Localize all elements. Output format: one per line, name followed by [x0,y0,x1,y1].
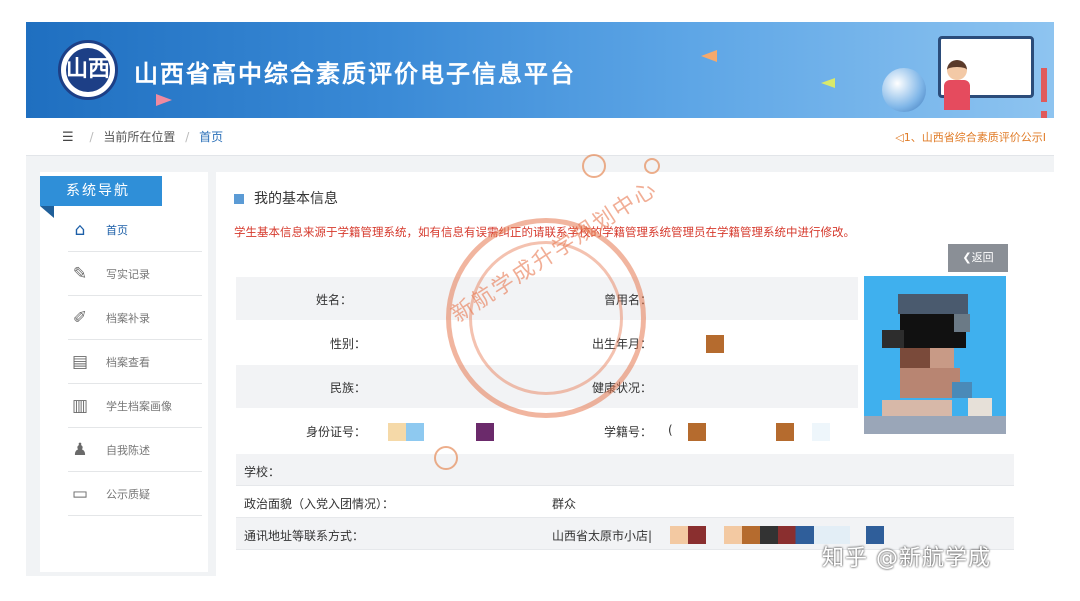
address-value: 山西省太原市小店| [552,529,653,543]
sidebar-item-self-statement[interactable]: ♟ 自我陈述 [68,428,202,472]
main-panel: 我的基本信息 学生基本信息来源于学籍管理系统，如有信息有误需纠正的请联系学校的学… [216,172,1054,576]
nav-title-fold [40,206,54,218]
breadcrumb: ☰ / 当前所在位置 / 首页 [62,130,224,145]
redacted-value [776,423,794,441]
home-icon: ⌂ [74,219,86,240]
address-label: 通讯地址等联系方式： [244,529,365,543]
breadcrumb-prefix: 当前所在位置 [103,130,176,144]
redacted-value [476,423,494,441]
redacted-value [688,423,706,441]
extra-info-table: 学校： 政治面貌（入党入团情况）： 群众 通讯地址等联系方式： 山西省太原市小店… [236,454,1014,550]
paper-plane-decoration [821,78,835,88]
header-illustration [878,30,1048,118]
sidebar-item-supplement[interactable]: ✐ 档案补录 [68,296,202,340]
calendar-icon: ▤ [71,351,89,372]
redacted-value [706,335,724,353]
app-frame: 山西 山西省高中综合素质评价电子信息平台 ☰ / 当前所在位置 / 首页 ◁1、… [26,22,1054,576]
decorative-ring [434,446,458,470]
ethnicity-label: 民族： [330,381,367,395]
sidebar-item-label: 写实记录 [106,267,150,281]
breadcrumb-bar: ☰ / 当前所在位置 / 首页 ◁1、山西省综合素质评价公示I [26,118,1054,156]
school-label: 学校： [244,465,281,479]
site-header: 山西 山西省高中综合素质评价电子信息平台 [26,22,1054,118]
sidebar-item-label: 自我陈述 [106,443,150,457]
redacted-value [670,526,706,544]
globe-illustration [882,68,926,112]
sidebar-item-home[interactable]: ⌂ 首页 [68,208,202,252]
table-row: 学校： [236,454,1014,486]
inbox-icon: ▭ [71,483,89,504]
sidebar-item-view-archive[interactable]: ▤ 档案查看 [68,340,202,384]
political-status-label: 政治面貌（入党入团情况）： [244,497,395,511]
menu-icon[interactable]: ☰ [62,130,74,145]
teacher-illustration [944,60,970,112]
sidebar-item-label: 公示质疑 [106,487,150,501]
pencil-circle-icon: ✐ [72,307,88,328]
logo: 山西 [58,40,118,100]
paper-plane-decoration [156,94,172,106]
name-label: 姓名： [316,293,353,307]
breadcrumb-home-link[interactable]: 首页 [199,130,223,144]
logo-mark: 山西 [66,48,110,92]
redacted-value [812,423,830,441]
sidebar-item-label: 首页 [106,223,128,237]
report-icon: ▥ [71,395,89,416]
id-number-label: 身份证号： [306,425,367,439]
sidebar-item-label: 学生档案画像 [106,399,172,413]
sidebar-item-publicity[interactable]: ▭ 公示质疑 [68,472,202,516]
decorative-ring [644,158,660,174]
sidebar-item-label: 档案补录 [106,311,150,325]
back-button[interactable]: ❮返回 [948,244,1008,272]
section-title: 我的基本信息 [234,188,338,208]
sidebar-item-portrait[interactable]: ▥ 学生档案画像 [68,384,202,428]
paper-plane-decoration [701,50,717,62]
edit-icon: ✎ [72,263,88,284]
decorative-ring [582,154,606,178]
sidebar-item-label: 档案查看 [106,355,150,369]
redacted-value [388,423,406,441]
zhihu-watermark: 知乎 @新航学成 [822,546,991,571]
redacted-value [760,526,814,544]
gender-label: 性别： [330,337,367,351]
student-photo [864,276,1006,434]
user-icon: ♟ [72,439,88,460]
political-status-value: 群众 [552,497,577,511]
sidebar-item-records[interactable]: ✎ 写实记录 [68,252,202,296]
section-marker-icon [234,194,244,204]
table-row: 政治面貌（入党入团情况）： 群众 [236,486,1014,518]
nav-title: 系统导航 [40,176,162,206]
site-title: 山西省高中综合素质评价电子信息平台 [134,60,576,88]
student-number-prefix: ( [668,423,673,437]
redacted-value [406,423,424,441]
notice-marquee[interactable]: ◁1、山西省综合素质评价公示I [895,129,1046,145]
sidebar: 系统导航 ⌂ 首页 ✎ 写实记录 ✐ 档案补录 ▤ 档案查看 ▥ 学生档案画像 [40,172,208,572]
nav-list: ⌂ 首页 ✎ 写实记录 ✐ 档案补录 ▤ 档案查看 ▥ 学生档案画像 ♟ 自我陈… [68,208,202,516]
student-number-label: 学籍号： [604,425,653,439]
redacted-value [724,526,760,544]
